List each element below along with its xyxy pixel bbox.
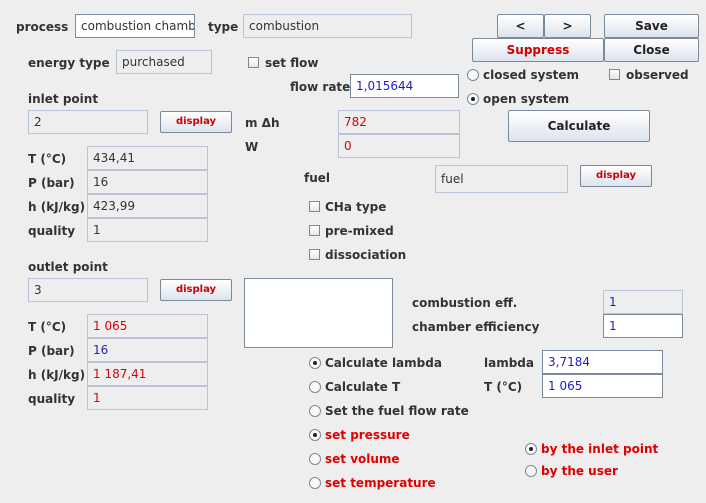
lambda-label: lambda	[484, 356, 534, 370]
set-flow-checkbox[interactable]	[248, 57, 259, 68]
inlet-quality-label: quality	[28, 224, 76, 238]
set-pressure-radio[interactable]	[309, 429, 321, 441]
set-pressure-label: set pressure	[325, 428, 410, 442]
inlet-t-label: T (°C)	[28, 152, 67, 166]
open-system-label: open system	[483, 92, 570, 106]
inlet-h-label: h (kJ/kg)	[28, 200, 86, 214]
type-field: combustion	[243, 14, 412, 38]
outlet-h-value: 1 187,41	[87, 362, 208, 386]
closed-system-radio[interactable]	[467, 69, 479, 81]
energy-type-field: purchased	[116, 50, 212, 74]
suppress-button[interactable]: Suppress	[472, 38, 604, 62]
combustion-eff-label: combustion eff.	[412, 296, 518, 310]
outlet-point-title: outlet point	[28, 260, 108, 274]
open-system-radio[interactable]	[467, 93, 479, 105]
outlet-quality-label: quality	[28, 392, 76, 406]
set-temperature-label: set temperature	[325, 476, 436, 490]
by-user-label: by the user	[541, 464, 618, 478]
dissociation-checkbox[interactable]	[309, 249, 320, 260]
w-label: W	[245, 140, 259, 154]
save-button[interactable]: Save	[604, 14, 699, 38]
calculate-lambda-radio[interactable]	[309, 357, 321, 369]
dissociation-label: dissociation	[325, 248, 407, 262]
m-delta-h-value: 782	[338, 110, 460, 134]
observed-checkbox[interactable]	[609, 69, 620, 80]
by-inlet-point-radio[interactable]	[525, 443, 537, 455]
outlet-p-label: P (bar)	[28, 344, 75, 358]
set-volume-radio[interactable]	[309, 453, 321, 465]
closed-system-label: closed system	[483, 68, 580, 82]
cha-type-label: CHa type	[325, 200, 387, 214]
next-button[interactable]: >	[544, 14, 591, 38]
combustion-eff-value: 1	[603, 290, 683, 314]
energy-type-label: energy type	[28, 56, 110, 70]
fuel-label: fuel	[304, 171, 331, 185]
inlet-display-button[interactable]: display	[160, 111, 232, 133]
set-fuel-flow-radio[interactable]	[309, 405, 321, 417]
process-label: process	[16, 20, 69, 34]
calculate-t-label: Calculate T	[325, 380, 401, 394]
inlet-point-field: 2	[28, 110, 148, 134]
type-label: type	[208, 20, 239, 34]
flow-rate-label: flow rate	[290, 80, 351, 94]
inlet-p-value: 16	[87, 170, 208, 194]
outlet-display-button[interactable]: display	[160, 279, 232, 301]
cha-type-checkbox[interactable]	[309, 201, 320, 212]
previous-button[interactable]: <	[497, 14, 544, 38]
pre-mixed-label: pre-mixed	[325, 224, 394, 238]
close-button[interactable]: Close	[604, 38, 699, 62]
set-fuel-flow-label: Set the fuel flow rate	[325, 404, 469, 418]
m-delta-h-label: m Δh	[245, 116, 280, 130]
notes-textarea[interactable]	[244, 278, 393, 348]
inlet-t-value: 434,41	[87, 146, 208, 170]
by-user-radio[interactable]	[525, 465, 537, 477]
flow-rate-input[interactable]: 1,015644	[350, 74, 459, 98]
set-flow-label: set flow	[265, 56, 319, 70]
outlet-t-value: 1 065	[87, 314, 208, 338]
inlet-quality-value: 1	[87, 218, 208, 242]
t-label: T (°C)	[484, 380, 523, 394]
calculate-lambda-label: Calculate lambda	[325, 356, 442, 370]
w-value: 0	[338, 134, 460, 158]
outlet-point-field: 3	[28, 278, 148, 302]
lambda-input[interactable]: 3,7184	[542, 350, 663, 374]
inlet-p-label: P (bar)	[28, 176, 75, 190]
by-inlet-point-label: by the inlet point	[541, 442, 659, 456]
chamber-efficiency-label: chamber efficiency	[412, 320, 540, 334]
pre-mixed-checkbox[interactable]	[309, 225, 320, 236]
outlet-p-value: 16	[87, 338, 208, 362]
calculate-t-radio[interactable]	[309, 381, 321, 393]
fuel-display-button[interactable]: display	[580, 165, 652, 187]
t-input[interactable]: 1 065	[542, 374, 663, 398]
outlet-t-label: T (°C)	[28, 320, 67, 334]
process-name-input[interactable]: combustion chamber	[75, 14, 195, 38]
inlet-h-value: 423,99	[87, 194, 208, 218]
calculate-button[interactable]: Calculate	[508, 110, 650, 142]
observed-label: observed	[626, 68, 689, 82]
outlet-quality-value: 1	[87, 386, 208, 410]
set-temperature-radio[interactable]	[309, 477, 321, 489]
chamber-efficiency-input[interactable]: 1	[603, 314, 683, 338]
outlet-h-label: h (kJ/kg)	[28, 368, 86, 382]
fuel-field: fuel	[435, 165, 568, 193]
inlet-point-title: inlet point	[28, 92, 99, 106]
set-volume-label: set volume	[325, 452, 400, 466]
